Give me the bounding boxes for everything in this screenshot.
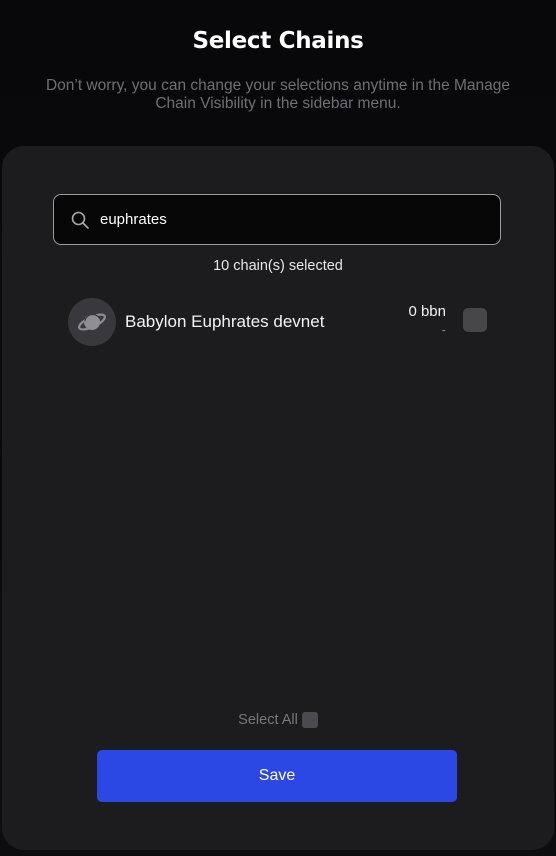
search-icon [71,211,89,229]
select-all-checkbox[interactable] [301,712,318,728]
select-all-label: Select All [238,712,298,728]
search-input[interactable] [100,195,480,244]
chain-checkbox[interactable] [463,308,487,332]
chain-selection-panel: 10 chain(s) selected Babylon Euphrates d… [2,146,554,850]
chain-list-item[interactable]: Babylon Euphrates devnet 0 bbn - [68,296,488,348]
chain-usd-value: - [441,322,446,337]
planet-icon [78,313,106,331]
page-title: Select Chains [192,28,364,54]
search-box[interactable] [53,194,501,245]
chain-name: Babylon Euphrates devnet [125,312,325,331]
selected-count: 10 chain(s) selected [213,258,343,274]
page-subtitle: Don’t worry, you can change your selecti… [45,77,511,112]
chain-balance: 0 bbn [408,303,446,320]
chain-avatar [68,298,116,346]
select-chains-page: Select Chains Don’t worry, you can chang… [0,0,556,856]
select-all-control[interactable]: Select All [2,712,554,728]
save-button[interactable]: Save [97,750,457,802]
